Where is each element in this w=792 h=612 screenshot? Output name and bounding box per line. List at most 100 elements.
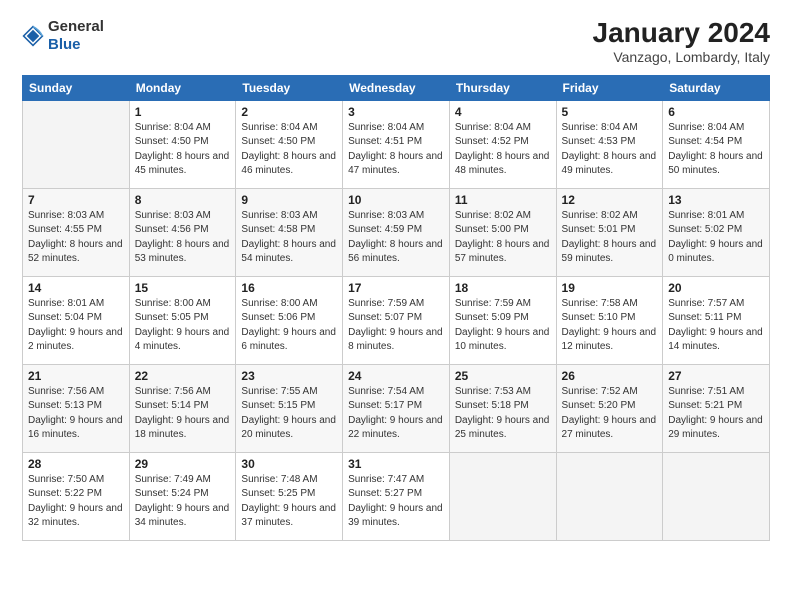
cell-date-number: 10: [348, 193, 444, 207]
cell-daylight: Daylight: 8 hours and 49 minutes.: [562, 151, 657, 177]
cell-w2-d6: 20Sunrise: 7:57 AMSunset: 5:11 PMDayligh…: [663, 276, 770, 364]
cell-w0-d4: 4Sunrise: 8:04 AMSunset: 4:52 PMDaylight…: [449, 100, 556, 188]
cell-sunset: Sunset: 5:02 PM: [668, 224, 742, 235]
cell-daylight: Daylight: 9 hours and 10 minutes.: [455, 327, 550, 353]
cell-sunset: Sunset: 5:18 PM: [455, 400, 529, 411]
cell-info-block: Sunrise: 8:04 AMSunset: 4:50 PMDaylight:…: [241, 121, 337, 179]
cell-sunset: Sunset: 5:01 PM: [562, 224, 636, 235]
cell-info-block: Sunrise: 7:48 AM Sunset: 5:25 PM Daylight:…: [241, 473, 337, 531]
cell-daylight: Daylight: 9 hours and 32 minutes.: [28, 503, 123, 529]
cell-info-block: Sunrise: 7:53 AMSunset: 5:18 PMDaylight:…: [455, 385, 551, 443]
page-title: January 2024: [593, 18, 770, 49]
cell-sunset: Sunset: 5:25 PM: [241, 488, 315, 499]
cell-w2-d2: 16Sunrise: 8:00 AMSunset: 5:06 PMDayligh…: [236, 276, 343, 364]
cell-info-block: Sunrise: 7:54 AMSunset: 5:17 PMDaylight:…: [348, 385, 444, 443]
cell-daylight: Daylight: 9 hours and 27 minutes.: [562, 415, 657, 441]
cell-sunset: Sunset: 5:05 PM: [135, 312, 209, 323]
cell-info-block: Sunrise: 7:55 AMSunset: 5:15 PMDaylight:…: [241, 385, 337, 443]
cell-w1-d2: 9Sunrise: 8:03 AMSunset: 4:58 PMDaylight…: [236, 188, 343, 276]
cell-sunset: Sunset: 5:13 PM: [28, 400, 102, 411]
cell-info-block: Sunrise: 8:04 AMSunset: 4:54 PMDaylight:…: [668, 121, 764, 179]
cell-date-number: 27: [668, 369, 764, 383]
cell-daylight: Daylight: 9 hours and 34 minutes.: [135, 503, 230, 529]
cell-info-block: Sunrise: 8:01 AMSunset: 5:02 PMDaylight:…: [668, 209, 764, 267]
header-thursday: Thursday: [449, 75, 556, 100]
calendar-table: Sunday Monday Tuesday Wednesday Thursday…: [22, 75, 770, 541]
cell-info-block: Sunrise: 7:50 AMSunset: 5:22 PMDaylight:…: [28, 473, 124, 531]
cell-date-number: 21: [28, 369, 124, 383]
header-sunday: Sunday: [23, 75, 130, 100]
cell-w4-d4: [449, 452, 556, 540]
cell-sunset: Sunset: 5:00 PM: [455, 224, 529, 235]
cell-sunrise: Sunrise: 8:04 AM: [348, 122, 424, 133]
logo-icon: [22, 25, 44, 47]
cell-daylight: Daylight: 9 hours and 20 minutes.: [241, 415, 336, 441]
cell-info-block: Sunrise: 7:59 AMSunset: 5:07 PMDaylight:…: [348, 297, 444, 355]
cell-sunset: Sunset: 5:15 PM: [241, 400, 315, 411]
cell-sunrise: Sunrise: 8:01 AM: [28, 298, 104, 309]
cell-sunset: Sunset: 5:04 PM: [28, 312, 102, 323]
cell-sunset: Sunset: 4:50 PM: [241, 136, 315, 147]
cell-date-number: 24: [348, 369, 444, 383]
cell-sunset: Sunset: 5:22 PM: [28, 488, 102, 499]
logo-text: General Blue: [48, 18, 104, 54]
cell-sunset: Sunset: 4:58 PM: [241, 224, 315, 235]
cell-daylight: Daylight: 8 hours and 47 minutes.: [348, 151, 443, 177]
cell-date-number: 29: [135, 457, 231, 471]
cell-w4-d2: 30Sunrise: 7:48 AMSunset: 5:25 PMDayligh…: [236, 452, 343, 540]
cell-sunset: Sunset: 4:51 PM: [348, 136, 422, 147]
cell-w1-d3: 10Sunrise: 8:03 AMSunset: 4:59 PMDayligh…: [343, 188, 450, 276]
week-row-1: 1Sunrise: 8:04 AMSunset: 4:50 PMDaylight…: [23, 100, 770, 188]
cell-date-number: 11: [455, 193, 551, 207]
page: General Blue January 2024 Vanzago, Lomba…: [0, 0, 792, 612]
cell-w1-d1: 8Sunrise: 8:03 AMSunset: 4:56 PMDaylight…: [129, 188, 236, 276]
calendar-header-row: Sunday Monday Tuesday Wednesday Thursday…: [23, 75, 770, 100]
cell-w0-d3: 3Sunrise: 8:04 AMSunset: 4:51 PMDaylight…: [343, 100, 450, 188]
cell-date-number: 5: [562, 105, 658, 119]
cell-daylight: Daylight: 9 hours and 18 minutes.: [135, 415, 230, 441]
cell-date-number: 22: [135, 369, 231, 383]
cell-info-block: Sunrise: 7:58 AMSunset: 5:10 PMDaylight:…: [562, 297, 658, 355]
cell-sunrise: Sunrise: 7:54 AM: [348, 386, 424, 397]
cell-sunrise: Sunrise: 8:04 AM: [135, 122, 211, 133]
cell-sunrise: Sunrise: 8:03 AM: [348, 210, 424, 221]
cell-date-number: 14: [28, 281, 124, 295]
header-friday: Friday: [556, 75, 663, 100]
cell-sunrise: Sunrise: 8:04 AM: [455, 122, 531, 133]
cell-sunset: Sunset: 5:27 PM: [348, 488, 422, 499]
cell-info-block: Sunrise: 8:04 AMSunset: 4:53 PMDaylight:…: [562, 121, 658, 179]
cell-sunrise: Sunrise: 7:51 AM: [668, 386, 744, 397]
cell-daylight: Daylight: 9 hours and 6 minutes.: [241, 327, 336, 353]
cell-date-number: 23: [241, 369, 337, 383]
cell-sunset: Sunset: 5:11 PM: [668, 312, 741, 323]
cell-w2-d1: 15Sunrise: 8:00 AMSunset: 5:05 PMDayligh…: [129, 276, 236, 364]
cell-info-block: Sunrise: 7:52 AMSunset: 5:20 PMDaylight:…: [562, 385, 658, 443]
cell-info-block: Sunrise: 8:00 AMSunset: 5:06 PMDaylight:…: [241, 297, 337, 355]
cell-daylight: Daylight: 9 hours and 37 minutes.: [241, 503, 336, 529]
cell-info-block: Sunrise: 8:02 AMSunset: 5:01 PMDaylight:…: [562, 209, 658, 267]
cell-sunrise: Sunrise: 7:48 AM: [241, 474, 317, 485]
cell-w3-d1: 22 Sunrise: 7:56 AMSunset: 5:14 PMDayligh…: [129, 364, 236, 452]
cell-date-number: 13: [668, 193, 764, 207]
cell-w0-d0: [23, 100, 130, 188]
cell-sunrise: Sunrise: 7:49 AM: [135, 474, 211, 485]
cell-daylight: Daylight: 8 hours and 56 minutes.: [348, 239, 443, 265]
header: General Blue January 2024 Vanzago, Lomba…: [22, 18, 770, 65]
header-tuesday: Tuesday: [236, 75, 343, 100]
cell-info-block: Sunrise: 7:47 AMSunset: 5:27 PMDaylight:…: [348, 473, 444, 531]
cell-w3-d3: 24Sunrise: 7:54 AMSunset: 5:17 PMDayligh…: [343, 364, 450, 452]
cell-info-block: Sunrise: 8:03 AMSunset: 4:58 PMDaylight:…: [241, 209, 337, 267]
cell-info-block: Sunrise: 8:02 AMSunset: 5:00 PMDaylight:…: [455, 209, 551, 267]
cell-w1-d0: 7Sunrise: 8:03 AMSunset: 4:55 PMDaylight…: [23, 188, 130, 276]
cell-sunrise: Sunrise: 8:04 AM: [668, 122, 744, 133]
cell-info-block: Sunrise: 8:03 AMSunset: 4:56 PMDaylight:…: [135, 209, 231, 267]
cell-w3-d0: 21Sunrise: 7:56 AMSunset: 5:13 PMDayligh…: [23, 364, 130, 452]
logo: General Blue: [22, 18, 104, 54]
cell-info-block: Sunrise: 8:04 AM Sunset: 4:51 PM Daylight:…: [348, 121, 444, 179]
cell-sunrise: Sunrise: 7:52 AM: [562, 386, 638, 397]
logo-general-text: General: [48, 18, 104, 35]
cell-daylight: Daylight: 8 hours and 52 minutes.: [28, 239, 123, 265]
cell-sunset: Sunset: 5:17 PM: [348, 400, 422, 411]
cell-info-block: Sunrise: 7:56 AMSunset: 5:14 PMDaylight:…: [135, 385, 231, 443]
cell-date-number: 7: [28, 193, 124, 207]
